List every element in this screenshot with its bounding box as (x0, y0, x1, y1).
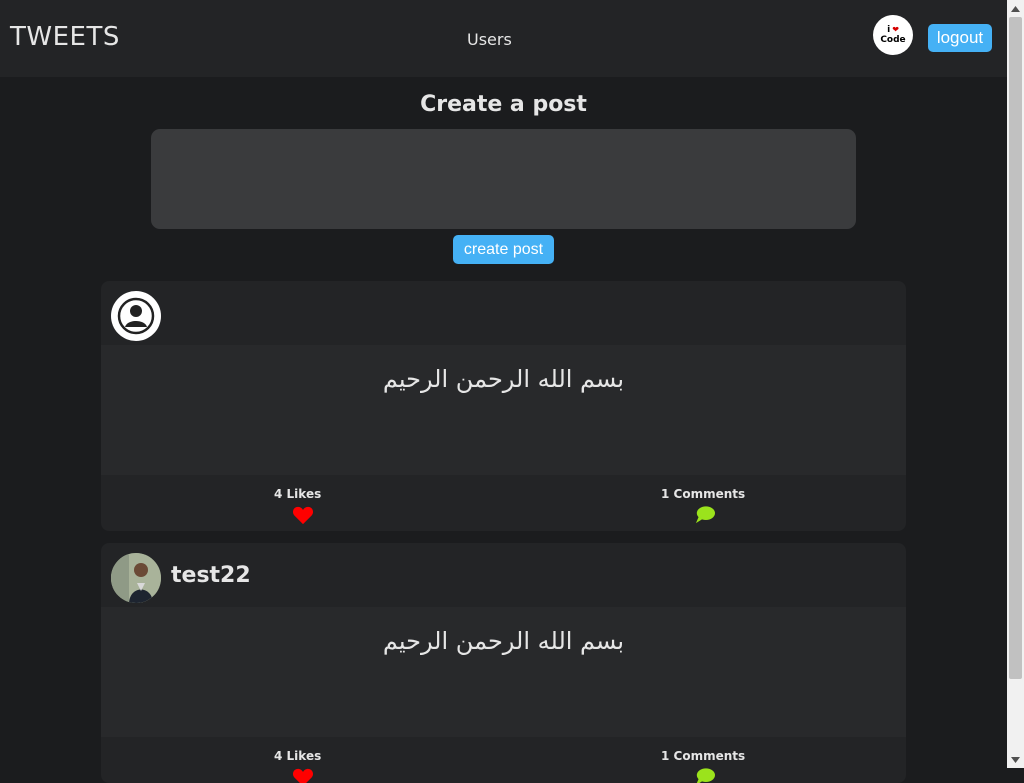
post-header (101, 281, 906, 345)
post-card: بسم الله الرحمن الرحيم 4 Likes 1 Comment… (101, 281, 906, 531)
post-text: بسم الله الرحمن الرحيم (382, 365, 625, 393)
comment-bubble-icon[interactable] (694, 505, 716, 525)
top-navbar: TWEETS Users i ❤ Code logout (0, 0, 1007, 77)
post-header: test22 (101, 543, 906, 607)
logo-text-top: i (887, 25, 891, 35)
user-icon (117, 297, 155, 335)
brand-title[interactable]: TWEETS (10, 22, 120, 52)
post-card: test22 بسم الله الرحمن الرحيم 4 Likes 1 … (101, 543, 906, 783)
post-body: بسم الله الرحمن الرحيم (101, 607, 906, 737)
scrollbar-thumb[interactable] (1009, 17, 1022, 679)
default-user-avatar[interactable] (111, 291, 161, 341)
scroll-down-arrow-icon[interactable] (1007, 751, 1024, 768)
create-post-title: Create a post (420, 92, 587, 117)
profile-photo-icon (111, 553, 161, 603)
create-post-button[interactable]: create post (453, 235, 554, 264)
heart-icon: ❤ (892, 25, 899, 34)
vertical-scrollbar[interactable] (1007, 0, 1024, 768)
post-footer: 4 Likes 1 Comments (101, 475, 906, 531)
post-body: بسم الله الرحمن الرحيم (101, 345, 906, 475)
heart-like-icon[interactable] (292, 767, 314, 783)
comments-count[interactable]: 1 Comments (661, 749, 745, 763)
likes-count: 4 Likes (274, 487, 322, 501)
likes-count: 4 Likes (274, 749, 322, 763)
post-textarea[interactable] (151, 129, 856, 229)
heart-like-icon[interactable] (292, 505, 314, 525)
logo-text-bottom: Code (880, 35, 906, 45)
logout-button[interactable]: logout (928, 24, 992, 52)
user-photo-avatar[interactable] (111, 553, 161, 603)
scroll-up-arrow-icon[interactable] (1007, 0, 1024, 17)
post-username[interactable]: test22 (171, 563, 251, 588)
post-footer: 4 Likes 1 Comments (101, 737, 906, 783)
post-text: بسم الله الرحمن الرحيم (382, 627, 625, 655)
comments-count[interactable]: 1 Comments (661, 487, 745, 501)
comment-bubble-icon[interactable] (694, 767, 716, 783)
i-love-code-logo[interactable]: i ❤ Code (873, 15, 913, 55)
nav-link-users[interactable]: Users (467, 30, 512, 49)
